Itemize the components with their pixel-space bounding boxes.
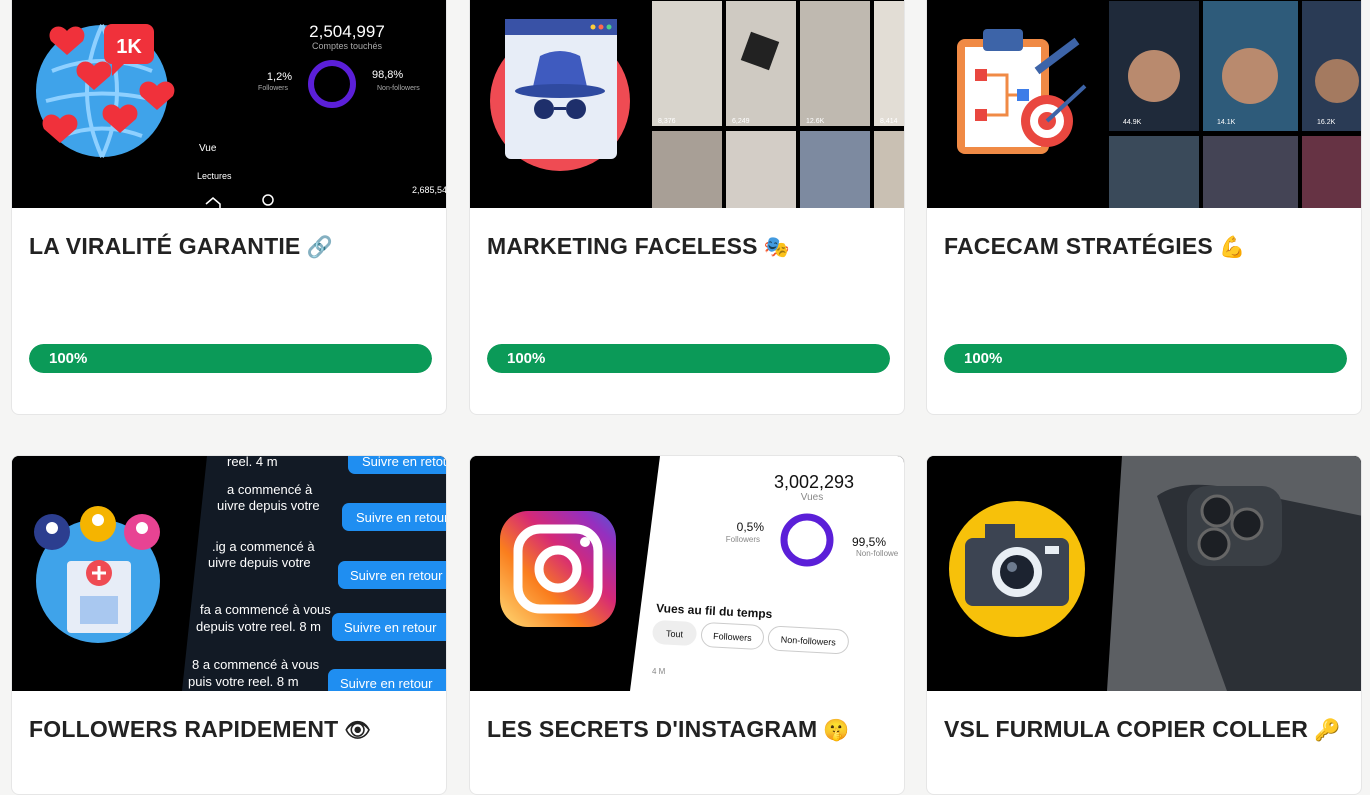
svg-text:Suivre en retour: Suivre en retour	[340, 676, 433, 691]
svg-text:Followers: Followers	[726, 535, 760, 544]
course-title[interactable]: LA VIRALITÉ GARANTIE 🔗	[29, 233, 333, 260]
progress-label: 100%	[507, 350, 546, 367]
svg-text:Tout: Tout	[666, 629, 684, 640]
svg-text:12.6K: 12.6K	[806, 118, 825, 125]
svg-text:1,2%: 1,2%	[267, 71, 292, 83]
progress-bar: 100%	[944, 344, 1347, 373]
course-title[interactable]: FACECAM STRATÉGIES 💪	[944, 233, 1245, 260]
course-card-facecam[interactable]: 44.9K 14.1K 16.2K FACECAM STRATÉGIES 💪 10…	[926, 0, 1362, 415]
accounts-reached-value: 2,504,997	[309, 22, 385, 41]
progress-fill	[487, 344, 890, 373]
course-thumbnail: 8,376 6,249 12.6K 8,414	[470, 0, 904, 208]
svg-text:fa a commencé à vous: fa a commencé à vous	[200, 602, 331, 617]
course-thumbnail: 1K 2,504,997 Comptes touchés 1,2% Follow…	[12, 0, 447, 208]
link-icon: 🔗	[306, 235, 333, 259]
svg-text:8 a commencé à vous: 8 a commencé à vous	[192, 657, 320, 672]
svg-text:4 M: 4 M	[652, 667, 666, 676]
progress-label: 100%	[49, 350, 88, 367]
svg-text:0,5%: 0,5%	[737, 520, 765, 534]
course-thumbnail: 3,002,293 Vues 0,5% Followers 99,5% Non-…	[470, 456, 904, 691]
svg-text:Suivre en retour: Suivre en retour	[344, 620, 437, 635]
progress-bar: 100%	[29, 344, 432, 373]
facecam-thumbnail-art: 44.9K 14.1K 16.2K	[927, 0, 1361, 208]
svg-text:16.2K: 16.2K	[1317, 119, 1336, 126]
course-thumbnail: 44.9K 14.1K 16.2K	[927, 0, 1361, 208]
svg-text:44.9K: 44.9K	[1123, 119, 1142, 126]
viralite-thumbnail-art: 1K 2,504,997 Comptes touchés 1,2% Follow…	[12, 0, 447, 208]
course-card-followers[interactable]: reel. 4 m a commencé à uivre depuis votr…	[11, 455, 447, 795]
svg-text:Vues: Vues	[801, 492, 823, 503]
course-thumbnail: reel. 4 m a commencé à uivre depuis votr…	[12, 456, 447, 691]
svg-text:14.1K: 14.1K	[1217, 119, 1236, 126]
shush-icon: 🤫	[823, 718, 850, 742]
video-grid	[652, 1, 904, 208]
accounts-reached-label: Comptes touchés	[312, 41, 383, 51]
svg-text:Vue: Vue	[199, 143, 217, 154]
muscle-icon: 💪	[1218, 235, 1246, 259]
svg-text:8,414: 8,414	[880, 118, 898, 125]
svg-text:.ig a commencé à: .ig a commencé à	[212, 539, 315, 554]
svg-text:uivre depuis votre: uivre depuis votre	[217, 498, 320, 513]
followers-thumbnail-art: reel. 4 m a commencé à uivre depuis votr…	[12, 456, 447, 691]
svg-text:Followers: Followers	[258, 85, 288, 92]
svg-text:Lectures: Lectures	[197, 171, 232, 181]
course-title[interactable]: VSL FURMULA COPIER COLLER 🔑	[944, 716, 1340, 743]
eye-icon: 👁	[344, 718, 372, 742]
facecam-grid	[1109, 1, 1361, 208]
course-title[interactable]: FOLLOWERS RAPIDEMENT 👁	[29, 716, 371, 743]
svg-text:8,376: 8,376	[658, 118, 676, 125]
course-card-vsl[interactable]: VSL FURMULA COPIER COLLER 🔑	[926, 455, 1362, 795]
svg-text:uivre depuis votre: uivre depuis votre	[208, 555, 311, 570]
svg-text:reel. 4 m: reel. 4 m	[227, 456, 278, 469]
svg-text:1K: 1K	[116, 36, 142, 58]
svg-text:2,685,54: 2,685,54	[412, 185, 447, 195]
progress-bar: 100%	[487, 344, 890, 373]
svg-text:6,249: 6,249	[732, 118, 750, 125]
spy-icon	[505, 19, 617, 159]
progress-fill	[29, 344, 432, 373]
progress-fill	[944, 344, 1347, 373]
svg-text:Suivre en retour: Suivre en retour	[356, 510, 447, 525]
svg-text:Non-followe: Non-followe	[856, 549, 899, 558]
camera-icon	[949, 501, 1085, 637]
svg-text:98,8%: 98,8%	[372, 69, 403, 81]
course-card-instagram[interactable]: 3,002,293 Vues 0,5% Followers 99,5% Non-…	[469, 455, 905, 795]
masks-icon: 🎭	[763, 235, 791, 259]
svg-text:a commencé à: a commencé à	[227, 482, 313, 497]
svg-text:Non-followers: Non-followers	[377, 85, 420, 92]
svg-text:depuis votre reel. 8 m: depuis votre reel. 8 m	[196, 619, 321, 634]
course-thumbnail	[927, 456, 1361, 691]
course-card-viralite[interactable]: 1K 2,504,997 Comptes touchés 1,2% Follow…	[11, 0, 447, 415]
progress-label: 100%	[964, 350, 1003, 367]
course-card-faceless[interactable]: 8,376 6,249 12.6K 8,414 MARKETING FACELE…	[469, 0, 905, 415]
users-icon	[34, 506, 160, 643]
course-title[interactable]: MARKETING FACELESS 🎭	[487, 233, 790, 260]
instagram-thumbnail-art: 3,002,293 Vues 0,5% Followers 99,5% Non-…	[470, 456, 904, 691]
svg-text:Suivre en retour: Suivre en retour	[362, 456, 447, 469]
svg-text:3,002,293: 3,002,293	[774, 472, 854, 492]
svg-text:99,5%: 99,5%	[852, 535, 886, 549]
key-icon: 🔑	[1314, 718, 1341, 742]
faceless-thumbnail-art: 8,376 6,249 12.6K 8,414	[470, 0, 904, 208]
instagram-icon	[500, 511, 616, 627]
svg-text:Followers: Followers	[713, 631, 752, 643]
vsl-thumbnail-art	[927, 456, 1361, 691]
svg-text:Suivre en retour: Suivre en retour	[350, 568, 443, 583]
svg-text:puis votre reel. 8 m: puis votre reel. 8 m	[188, 674, 299, 689]
course-title[interactable]: LES SECRETS D'INSTAGRAM 🤫	[487, 716, 850, 743]
